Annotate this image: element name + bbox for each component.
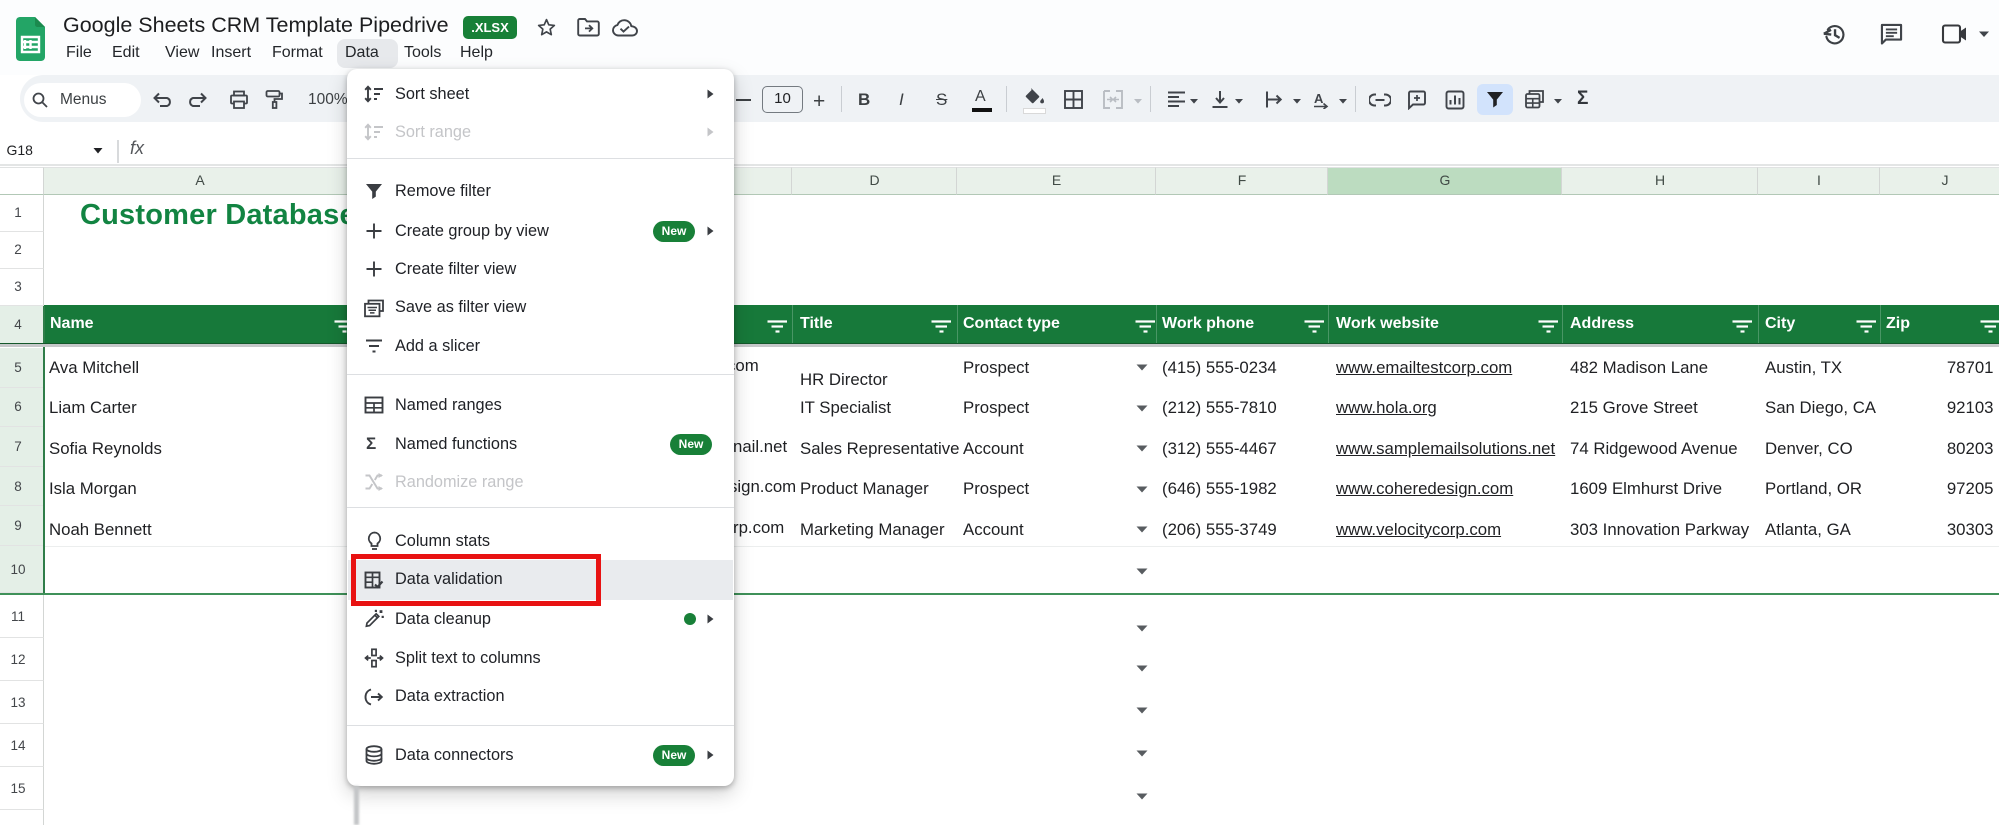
svg-text:A: A [1314, 91, 1324, 106]
